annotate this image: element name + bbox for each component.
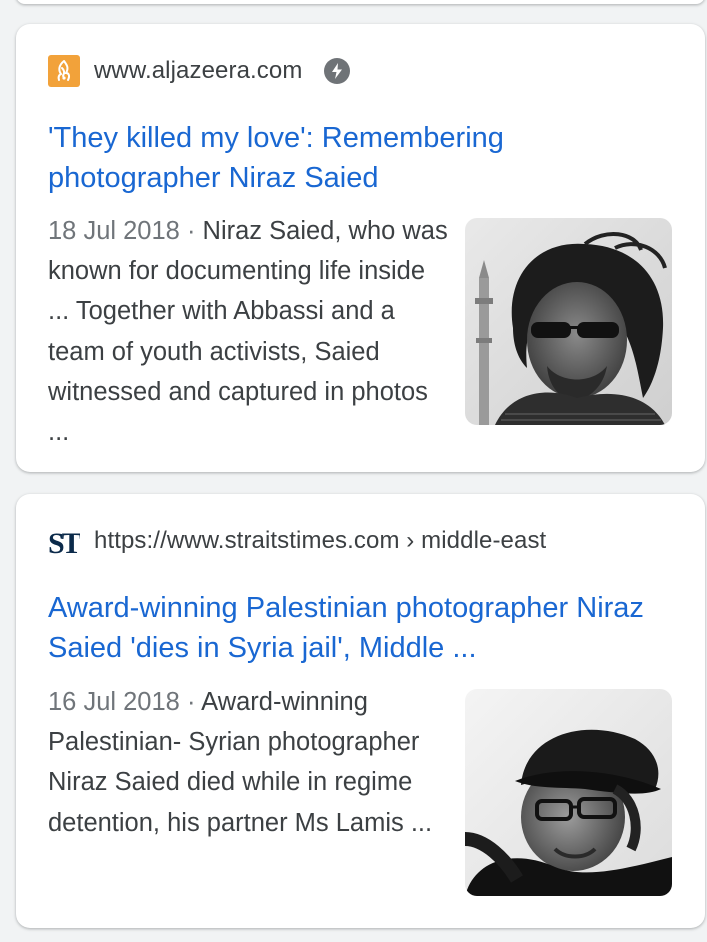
result-snippet: 18 Jul 2018 · Niraz Saied, who was known…	[48, 211, 448, 452]
search-results-page: www.aljazeera.com 'They killed my love':…	[0, 0, 707, 942]
portrait-with-sunglasses-photo-icon	[465, 218, 672, 425]
amp-lightning-icon	[324, 58, 351, 84]
source-url: www.aljazeera.com	[94, 57, 303, 84]
aljazeera-logo-icon	[48, 55, 80, 87]
svg-text:ST: ST	[48, 527, 80, 555]
result-snippet: 16 Jul 2018 · Award-winning Palestinian-…	[48, 682, 448, 843]
search-result-card[interactable]: ST https://www.straitstimes.com › middle…	[16, 494, 705, 928]
result-date: 16 Jul 2018	[48, 688, 180, 716]
straits-times-logo-icon: ST	[48, 525, 80, 557]
snippet-text: Niraz Saied, who was known for documenti…	[48, 217, 448, 447]
portrait-with-cap-photo-icon	[465, 689, 672, 896]
separator: ·	[186, 217, 196, 245]
result-title-link[interactable]: 'They killed my love': Remembering photo…	[48, 118, 668, 198]
search-result-card[interactable]: www.aljazeera.com 'They killed my love':…	[16, 24, 705, 472]
result-title-link[interactable]: Award-winning Palestinian photographer N…	[48, 588, 668, 668]
result-thumbnail[interactable]	[465, 689, 672, 896]
source-url: https://www.straitstimes.com › middle-ea…	[94, 527, 547, 554]
result-date: 18 Jul 2018	[48, 217, 180, 245]
previous-result-card	[16, 0, 705, 4]
separator: ·	[186, 688, 196, 716]
result-source[interactable]: ST https://www.straitstimes.com › middle…	[48, 525, 547, 557]
result-thumbnail[interactable]	[465, 218, 672, 425]
result-source[interactable]: www.aljazeera.com	[48, 55, 351, 87]
